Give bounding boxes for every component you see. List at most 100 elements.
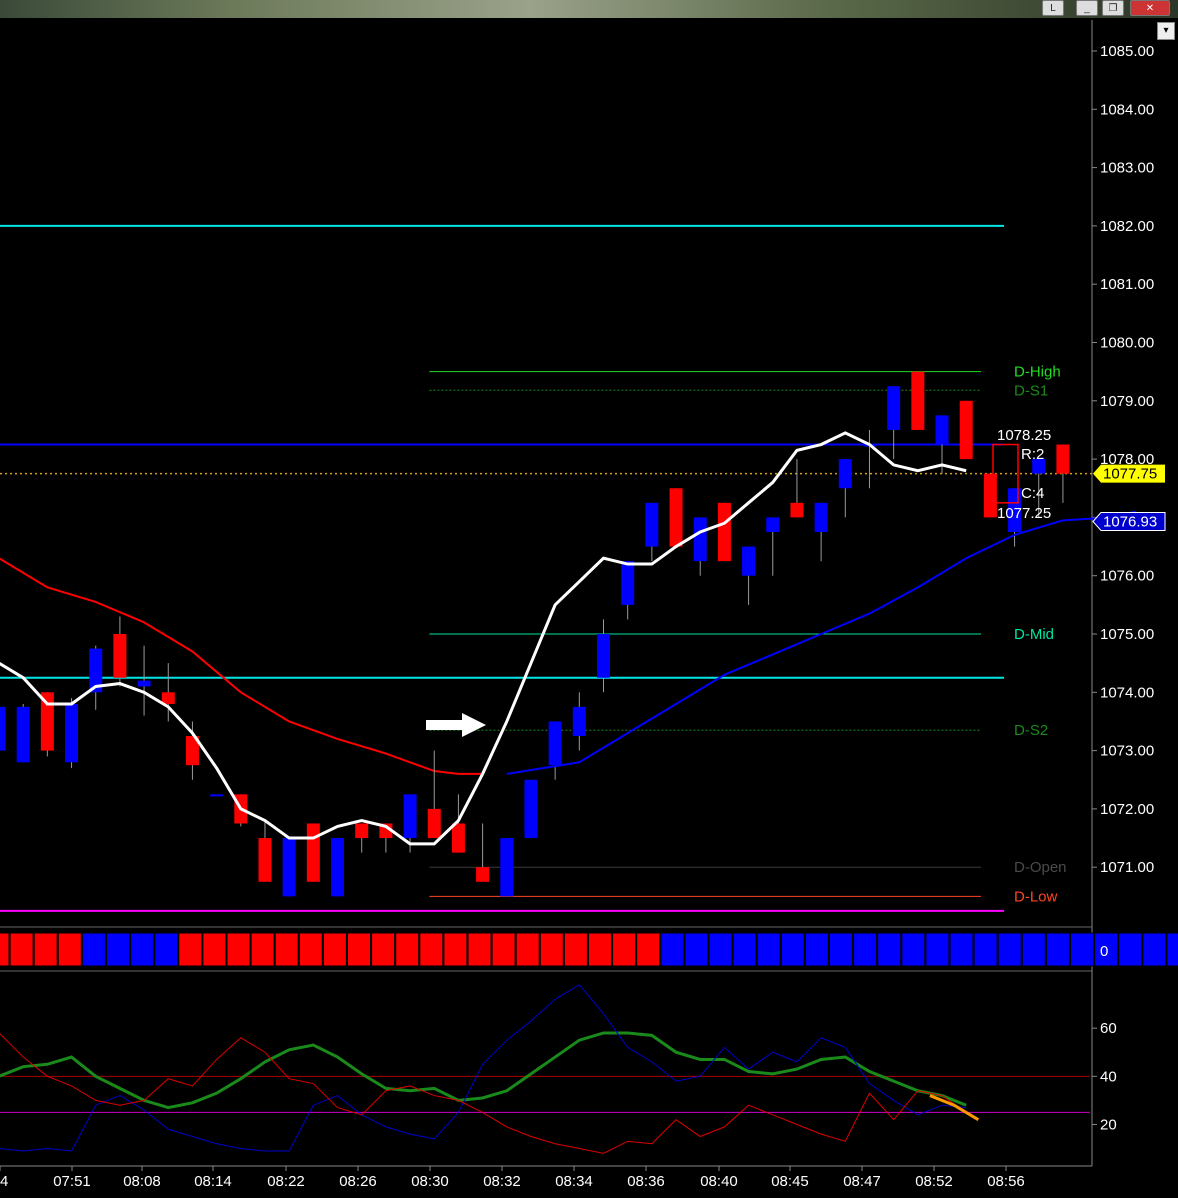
time-tick-label: 08:26 (339, 1173, 377, 1190)
osc-tick-label: 20 (1100, 1116, 1117, 1133)
candle-body (983, 473, 997, 518)
heat-cell (1142, 932, 1167, 967)
heat-cell (660, 932, 685, 967)
osc-series-line (0, 1033, 967, 1154)
heat-cell (130, 932, 155, 967)
heat-cell (0, 932, 10, 967)
time-tick-label: 08:45 (771, 1173, 809, 1190)
level-label: D-S2 (1014, 722, 1048, 739)
candle-body (572, 706, 586, 737)
time-tick-label: 08:40 (700, 1173, 738, 1190)
candle-body (766, 517, 780, 532)
heat-cell (515, 932, 540, 967)
heat-cell (708, 932, 733, 967)
price-tick-label: 1075.00 (1100, 626, 1154, 643)
heat-cell (829, 932, 853, 967)
price-tick-label: 1080.00 (1100, 335, 1154, 352)
heat-cell (154, 932, 179, 967)
candle-body (814, 502, 828, 532)
price-tick-label: 1083.00 (1100, 160, 1154, 177)
candle-body (790, 502, 804, 518)
osc-series-line (0, 984, 967, 1152)
heat-cell (853, 932, 878, 967)
osc-tick-label: 60 (1100, 1020, 1117, 1037)
price-tick-label: 1081.00 (1100, 276, 1154, 293)
heat-cell (9, 932, 34, 967)
last-price-label: 1077.75 (1103, 466, 1157, 483)
heat-cell (612, 932, 637, 967)
heat-cell (33, 932, 58, 967)
heat-cell (588, 932, 612, 967)
candle-body (597, 634, 610, 678)
heat-cell (298, 932, 323, 967)
heat-cell (877, 932, 902, 967)
candle-body (476, 867, 490, 882)
range-c-label: C:4 (1021, 485, 1044, 502)
candle-body (306, 823, 320, 882)
time-tick-label: 08:08 (123, 1173, 161, 1190)
candle-body (258, 838, 272, 882)
candle-body (0, 706, 6, 751)
arrow-icon (426, 713, 486, 737)
time-tick-label: 08:14 (194, 1173, 232, 1190)
candle-body (65, 703, 79, 763)
time-tick-label: 44 (0, 1173, 8, 1190)
heat-cell (491, 932, 516, 967)
candle-body (935, 415, 949, 445)
heat-cell (178, 932, 203, 967)
price-tick-label: 1071.00 (1100, 859, 1154, 876)
candle-body (210, 794, 224, 797)
time-tick-label: 08:30 (411, 1173, 449, 1190)
candle-body (1056, 444, 1070, 474)
candle-body (355, 823, 369, 839)
ma-value-label: 1076.93 (1103, 513, 1157, 530)
price-tick-label: 1074.00 (1100, 684, 1154, 701)
heat-cell (81, 932, 106, 967)
heat-cell (901, 932, 926, 967)
heat-cell (804, 932, 829, 967)
heat-cell (684, 932, 709, 967)
candle-body (161, 692, 175, 704)
time-tick-label: 08:36 (627, 1173, 665, 1190)
candle-body (113, 634, 127, 678)
time-tick-label: 07:51 (53, 1173, 91, 1190)
heat-cell (1045, 932, 1070, 967)
heat-cell (57, 932, 82, 967)
candle-body (693, 517, 707, 562)
candle-body (451, 823, 465, 853)
candle-body (524, 779, 538, 839)
heat-cell (1118, 932, 1143, 967)
candle-body (887, 386, 901, 430)
time-tick-label: 08:47 (843, 1173, 881, 1190)
candle-body (621, 561, 635, 605)
heat-cell (780, 932, 805, 967)
range-high-label: 1078.25 (997, 427, 1051, 444)
heat-cell (539, 932, 564, 967)
trading-chart[interactable]: 1085.00 1084.00 1083.00 1082.00 1081.00 1080.… (0, 0, 1178, 1198)
heat-cell (202, 932, 227, 967)
heat-cell (467, 932, 492, 967)
candle-body (742, 546, 756, 576)
price-tick-label: 1082.00 (1100, 218, 1154, 235)
level-label: D-S1 (1014, 382, 1048, 399)
level-label: D-Low (1014, 888, 1058, 905)
heat-axis-label: 0 (1100, 943, 1108, 960)
osc-series-line (0, 1031, 967, 1110)
candle-body (282, 838, 296, 897)
level-label: D-Mid (1014, 626, 1054, 643)
heat-cell (322, 932, 347, 967)
range-low-label: 1077.25 (997, 505, 1051, 522)
osc-tick-label: 40 (1100, 1068, 1117, 1085)
candle-body (717, 502, 731, 562)
range-r-label: R:2 (1021, 446, 1044, 463)
candle-body (427, 808, 441, 839)
fast-ma-line (0, 431, 967, 846)
heat-cell (347, 932, 371, 967)
candle-body (16, 706, 30, 763)
level-label: D-High (1014, 364, 1061, 381)
heat-cell (1070, 932, 1094, 967)
heat-cell (997, 932, 1022, 967)
candle-body (331, 838, 345, 897)
candle-body (548, 721, 562, 766)
candle-body (403, 794, 417, 839)
